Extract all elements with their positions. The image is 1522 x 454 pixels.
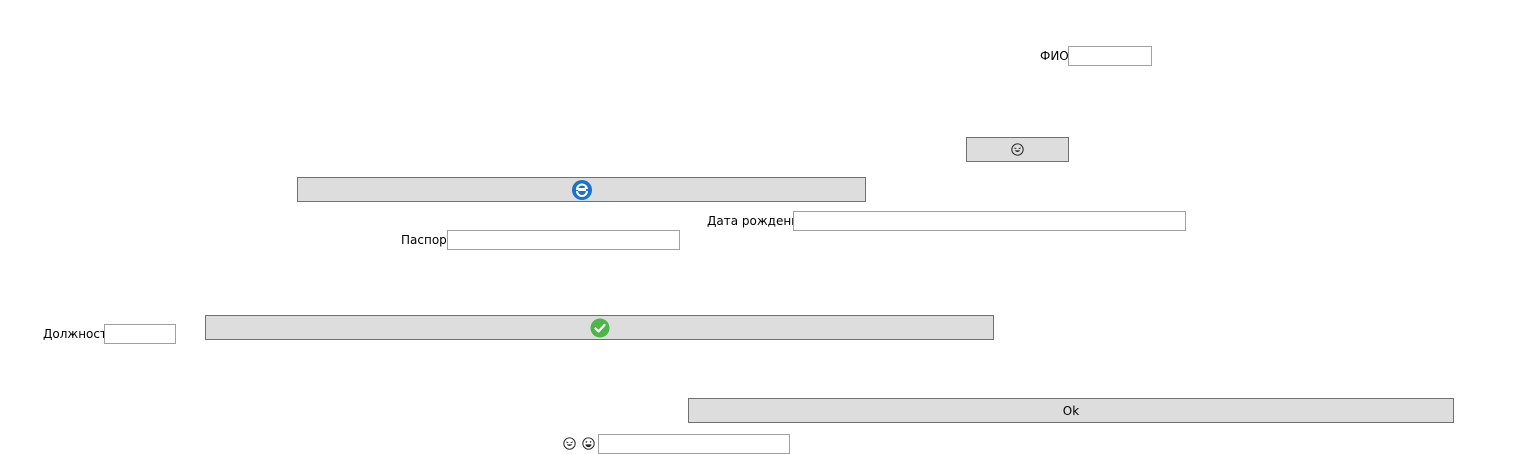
bottom-input[interactable] (598, 434, 790, 454)
refresh-icon (571, 179, 592, 200)
fio-input[interactable] (1068, 46, 1152, 66)
ok-button[interactable]: Ok (688, 398, 1454, 423)
laughing-face-icon (563, 437, 576, 450)
fio-label: ФИО (1040, 49, 1069, 63)
refresh-button[interactable] (297, 177, 866, 202)
birthdate-label: Дата рождения (707, 214, 807, 228)
grinning-face-icon (582, 437, 595, 450)
position-input[interactable] (104, 324, 176, 344)
laughing-face-icon (1011, 143, 1024, 156)
emoji-button[interactable] (966, 137, 1069, 162)
green-check-icon (590, 318, 609, 337)
confirm-button[interactable] (205, 315, 994, 340)
passport-input[interactable] (447, 230, 680, 250)
passport-label: Паспорт (401, 233, 454, 247)
birthdate-input[interactable] (793, 211, 1186, 231)
